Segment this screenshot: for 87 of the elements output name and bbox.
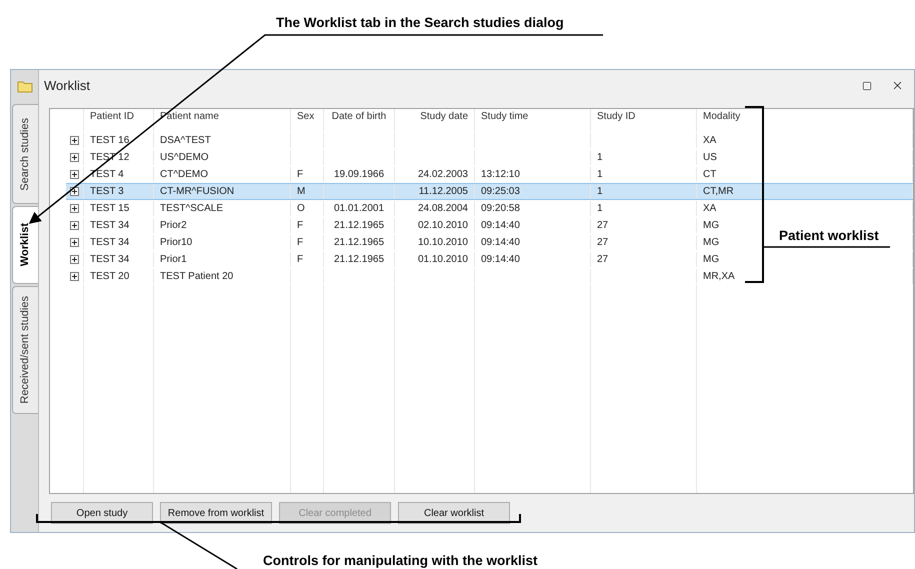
table-cell: 1 [591, 184, 697, 199]
table-cell: TEST 20 [84, 269, 154, 284]
window-title: Worklist [44, 76, 90, 95]
column-header[interactable]: Sex [291, 109, 324, 132]
table-cell: Prior2 [154, 218, 291, 233]
vertical-tab[interactable]: Search studies [12, 104, 38, 204]
table-cell: 09:20:58 [475, 201, 591, 216]
table-cell: CT [697, 167, 913, 182]
table-row[interactable]: TEST 3 CT-MR^FUSION M 11.12.2005 09:25:03 1 CT,MR [66, 183, 913, 200]
expand-icon[interactable] [70, 204, 79, 213]
column-header[interactable]: Study ID [591, 109, 697, 132]
table-cell: 10.10.2010 [395, 235, 475, 250]
callout-label: The Worklist tab in the Search studies dialog [276, 14, 564, 32]
table-cell: MG [697, 252, 913, 267]
column-header[interactable]: Study date [395, 109, 475, 132]
expand-icon[interactable] [70, 153, 79, 162]
table-cell: TEST 34 [84, 235, 154, 250]
table-cell: 27 [591, 218, 697, 233]
table-cell: CT^DEMO [154, 167, 291, 182]
table-cell: 09:25:03 [475, 184, 591, 199]
vertical-tab[interactable]: Received/sent studies [12, 286, 38, 414]
table-cell: TEST 3 [84, 184, 154, 199]
table-cell: Prior1 [154, 252, 291, 267]
folder-icon [16, 80, 32, 92]
table-row[interactable]: TEST 15 TEST^SCALE O 01.01.2001 24.08.2004 09:20:58 1 XA [66, 200, 913, 217]
table-cell: 21.12.1965 [324, 218, 395, 233]
expand-icon[interactable] [70, 255, 79, 264]
table-cell: 24.08.2004 [395, 201, 475, 216]
table-cell: CT,MR [697, 184, 913, 199]
table-cell: 09:14:40 [475, 235, 591, 250]
table-row[interactable]: TEST 4 CT^DEMO F 19.09.1966 24.02.2003 13:12:10 1 CT [66, 166, 913, 183]
table-cell: M [291, 184, 324, 199]
table-cell: 11.12.2005 [395, 184, 475, 199]
table-cell: TEST 34 [84, 218, 154, 233]
table-cell: 1 [591, 201, 697, 216]
maximize-icon [862, 80, 872, 90]
table-cell: 01.01.2001 [324, 201, 395, 216]
table-cell: 09:14:40 [475, 218, 591, 233]
action-button[interactable]: Clear worklist [398, 502, 510, 524]
column-header[interactable]: Study time [475, 109, 591, 132]
expand-icon[interactable] [70, 170, 79, 179]
vertical-tab[interactable]: Worklist [12, 206, 38, 284]
callout-label: Controls for manipulating with the worklist [263, 552, 538, 569]
expand-icon[interactable] [70, 187, 79, 196]
table-row[interactable]: TEST 16 DSA^TEST XA [66, 132, 913, 149]
table-cell: F [291, 235, 324, 250]
table-cell: F [291, 167, 324, 182]
table-cell: 21.12.1965 [324, 235, 395, 250]
table-cell: XA [697, 201, 913, 216]
table-cell: 09:14:40 [475, 252, 591, 267]
table-cell: TEST 15 [84, 201, 154, 216]
table-cell: O [291, 201, 324, 216]
table-cell: US^DEMO [154, 150, 291, 165]
table-cell: TEST 4 [84, 167, 154, 182]
column-header[interactable]: Modality [697, 109, 913, 132]
expand-icon[interactable] [70, 238, 79, 247]
action-button[interactable]: Remove from worklist [160, 502, 272, 524]
table-cell: 27 [591, 235, 697, 250]
table-cell: F [291, 218, 324, 233]
column-header[interactable]: Patient ID [84, 109, 154, 132]
expand-icon[interactable] [70, 136, 79, 145]
table-cell: 24.02.2003 [395, 167, 475, 182]
table-cell: 02.10.2010 [395, 218, 475, 233]
column-header[interactable]: Date of birth [324, 109, 395, 132]
table-cell: DSA^TEST [154, 133, 291, 148]
table-cell: US [697, 150, 913, 165]
table-cell: Prior10 [154, 235, 291, 250]
table-cell: TEST^SCALE [154, 201, 291, 216]
table-cell: 21.12.1965 [324, 252, 395, 267]
table-cell: MR,XA [697, 269, 913, 284]
table-row[interactable]: TEST 34 Prior1 F 21.12.1965 01.10.2010 09:14:40 27 MG [66, 251, 913, 268]
table-row[interactable]: TEST 20 TEST Patient 20 MR,XA [66, 268, 913, 285]
table-cell: CT-MR^FUSION [154, 184, 291, 199]
table-cell: 13:12:10 [475, 167, 591, 182]
table-cell: 19.09.1966 [324, 167, 395, 182]
table-cell: 1 [591, 167, 697, 182]
table-cell: TEST 16 [84, 133, 154, 148]
table-cell: XA [697, 133, 913, 148]
table-cell: F [291, 252, 324, 267]
table-cell: 01.10.2010 [395, 252, 475, 267]
action-button[interactable]: Open study [51, 502, 153, 524]
expand-icon[interactable] [70, 272, 79, 281]
table-cell: 1 [591, 150, 697, 165]
expand-icon[interactable] [70, 221, 79, 230]
table-cell: 27 [591, 252, 697, 267]
table-cell: TEST 34 [84, 252, 154, 267]
table-cell: TEST Patient 20 [154, 269, 291, 284]
